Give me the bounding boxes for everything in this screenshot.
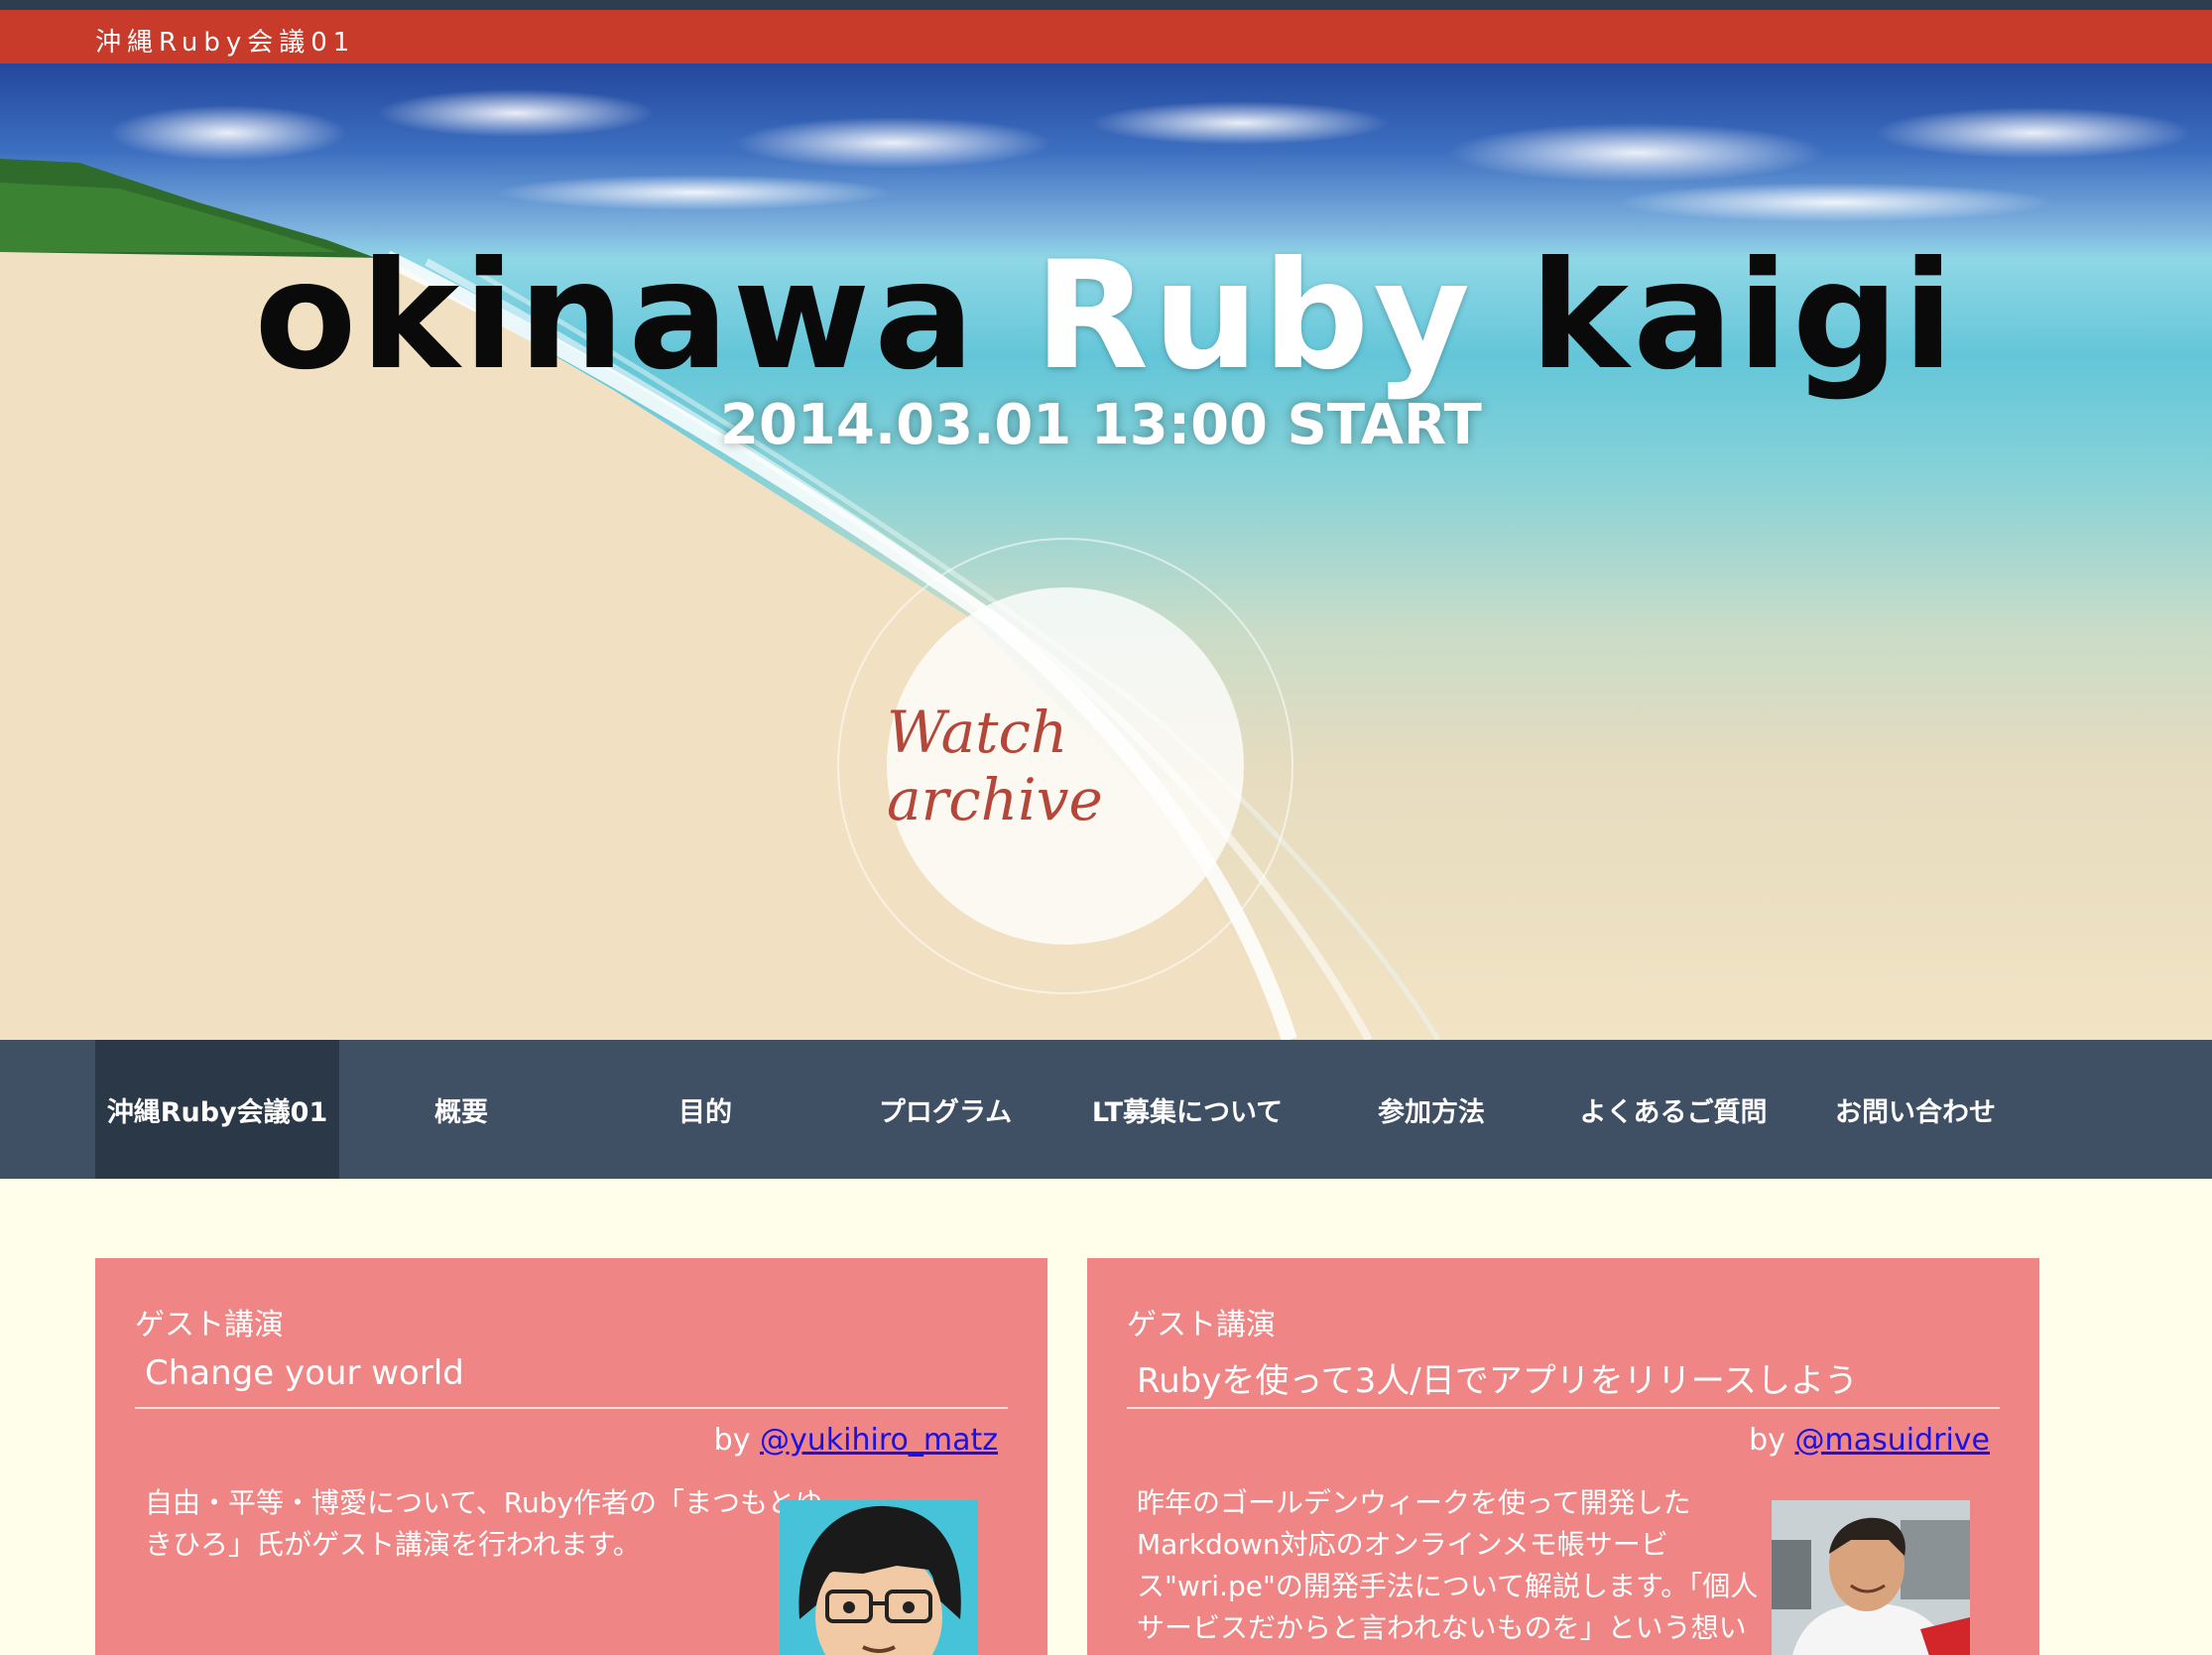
speaker-handle-link[interactable]: @masuidrive	[1794, 1423, 1990, 1458]
hero-title-okinawa: okinawa	[254, 230, 979, 403]
card-byline: by @yukihiro_matz	[714, 1423, 998, 1458]
description-line: 自由・平等・博愛について、Ruby作者の「まつもとゆ	[145, 1486, 823, 1519]
cartoon-face-icon	[799, 1505, 961, 1655]
nav-item-contact[interactable]: お問い合わせ	[1793, 1040, 2037, 1179]
card-tag: ゲスト講演	[135, 1308, 284, 1342]
guest-talk-card-masuidrive: ゲスト講演 Rubyを使って3人/日でアプリをリリースしよう by @masui…	[1087, 1258, 2039, 1655]
nav-item-participation[interactable]: 参加方法	[1309, 1040, 1553, 1179]
card-tag: ゲスト講演	[1127, 1308, 1276, 1342]
site-title-link[interactable]: 沖縄Ruby会議01	[95, 22, 355, 59]
description-line: Markdown対応のオンラインメモ帳サービ	[1137, 1528, 1668, 1561]
card-title: Rubyを使って3人/日でアプリをリリースしよう	[1137, 1361, 1859, 1401]
hero-title-ruby: Ruby	[1034, 230, 1475, 403]
card-byline: by @masuidrive	[1749, 1423, 1990, 1458]
description-line: ス"wri.pe"の開発手法について解説します。「個人	[1137, 1570, 1759, 1602]
nav-item-faq[interactable]: よくあるご質問	[1551, 1040, 1795, 1179]
nav-item-home[interactable]: 沖縄Ruby会議01	[95, 1040, 339, 1179]
speaker-photo-masuidrive	[1772, 1500, 1970, 1655]
nav-item-purpose[interactable]: 目的	[583, 1040, 827, 1179]
site-header: 沖縄Ruby会議01	[0, 10, 2212, 64]
card-description: 昨年のゴールデンウィークを使って開発した Markdown対応のオンラインメモ帳…	[1137, 1482, 1772, 1655]
hero-title-kaigi: kaigi	[1530, 230, 1958, 403]
top-strip	[0, 0, 2212, 10]
card-divider	[135, 1407, 1008, 1409]
by-prefix: by	[1749, 1423, 1785, 1458]
speaker-handle-link[interactable]: @yukihiro_matz	[760, 1423, 998, 1458]
description-line: サービスだからと言われないものを」という想いで	[1137, 1611, 1747, 1655]
speaker-avatar-matz	[780, 1500, 978, 1655]
description-line: 昨年のゴールデンウィークを使って開発した	[1137, 1486, 1691, 1519]
nav-item-overview[interactable]: 概要	[339, 1040, 583, 1179]
card-title: Change your world	[145, 1353, 464, 1393]
guest-talk-card-matz: ゲスト講演 Change your world by @yukihiro_mat…	[95, 1258, 1047, 1655]
event-date: 2014.03.01 13:00 START	[720, 393, 1482, 457]
nav-item-lt[interactable]: LT募集について	[1065, 1040, 1309, 1179]
hero-title: okinawa Ruby kaigi	[0, 230, 2212, 403]
nav-item-program[interactable]: プログラム	[823, 1040, 1067, 1179]
person-photo-icon	[1772, 1500, 1970, 1655]
description-line: きひろ」氏がゲスト講演を行われます。	[145, 1528, 641, 1561]
card-divider	[1127, 1407, 2000, 1409]
watch-archive-button[interactable]: Watch archive	[887, 587, 1244, 945]
main-nav: 沖縄Ruby会議01 概要 目的 プログラム LT募集について 参加方法 よくあ…	[0, 1040, 2212, 1179]
hero-banner: okinawa Ruby kaigi 2014.03.01 13:00 STAR…	[0, 64, 2212, 1040]
card-description: 自由・平等・博愛について、Ruby作者の「まつもとゆ きひろ」氏がゲスト講演を行…	[145, 1482, 859, 1566]
by-prefix: by	[713, 1423, 751, 1458]
